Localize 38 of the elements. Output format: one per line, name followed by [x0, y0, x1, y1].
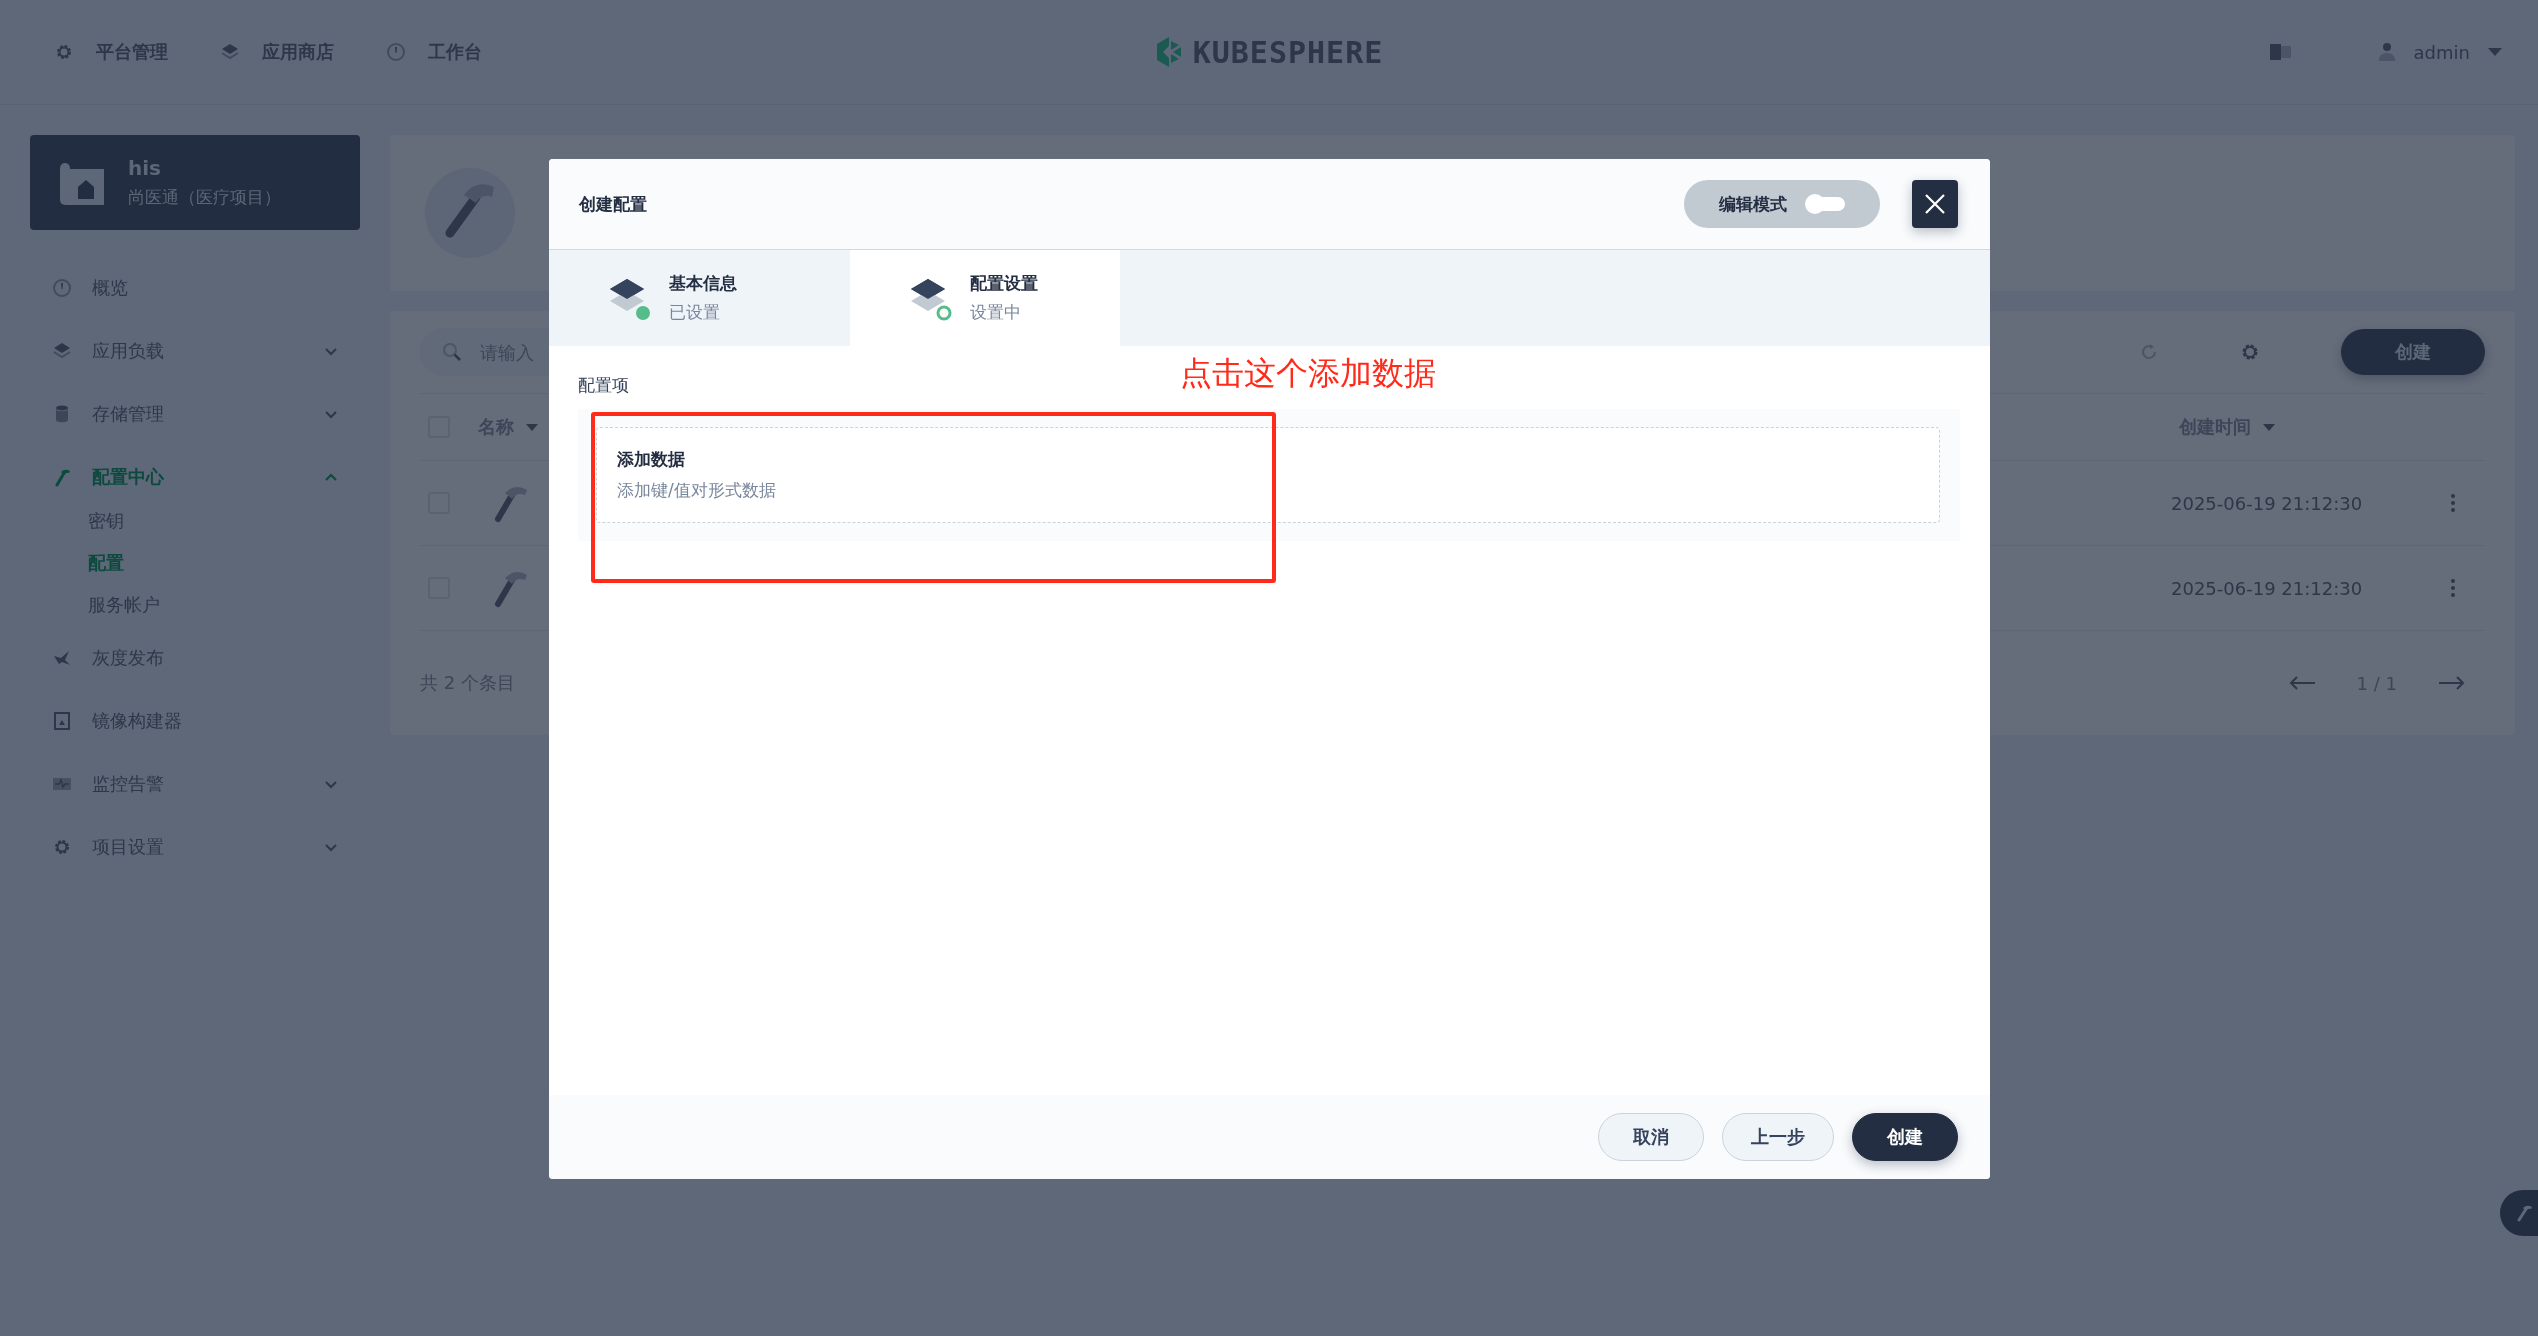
close-button[interactable]: [1912, 180, 1958, 228]
create-button[interactable]: 创建: [2341, 329, 2485, 375]
dialog-button[interactable]: 取消: [1598, 1113, 1704, 1161]
layers-icon: [52, 340, 72, 361]
sidebar-subitem[interactable]: 配置: [88, 542, 360, 584]
close-icon: [1924, 193, 1946, 215]
previous-page-icon[interactable]: [2288, 676, 2317, 690]
table-cell-text: 2025-06-19 21:12:30: [2171, 577, 2364, 599]
more-menu-icon[interactable]: [2451, 494, 2455, 512]
image-icon: [52, 710, 72, 731]
book-icon[interactable]: [2269, 43, 2292, 61]
more-menu-icon[interactable]: [2451, 579, 2455, 597]
next-page-icon[interactable]: [2437, 676, 2465, 690]
edit-mode-toggle[interactable]: 编辑模式: [1684, 180, 1880, 228]
gear-icon: [54, 42, 74, 62]
caret-down-icon: [2488, 48, 2502, 56]
user-icon: [2377, 42, 2396, 62]
logo-mark-icon: [1154, 36, 1183, 68]
table-cell-text: 2025-06-19 21:12:30: [2171, 492, 2364, 514]
create-button[interactable]: 创建: [1852, 1113, 1958, 1161]
gauge-icon: [386, 42, 406, 62]
toggle-switch[interactable]: [1807, 197, 1845, 211]
dialog-title: 创建配置: [579, 192, 647, 216]
search-icon: [442, 342, 462, 362]
step-tab[interactable]: 配置设置 设置中: [850, 250, 1120, 346]
layers-icon: [220, 42, 240, 62]
toolbox-button[interactable]: [2500, 1190, 2538, 1236]
sidebar-item[interactable]: 配置中心: [30, 445, 360, 508]
step-tab[interactable]: 基本信息 已设置: [549, 250, 850, 346]
project-name: his: [128, 156, 162, 180]
gauge-icon: [52, 277, 72, 298]
sort-caret-icon: [2263, 423, 2275, 431]
sort-caret-icon: [526, 423, 538, 431]
refresh-icon[interactable]: [2139, 342, 2159, 362]
section-label: 配置项: [578, 374, 630, 397]
add-data-button[interactable]: 添加数据 添加键/值对形式数据: [596, 427, 1940, 523]
annotation-text: 点击这个添加数据: [1180, 353, 1436, 394]
dialog-button[interactable]: 上一步: [1722, 1113, 1834, 1161]
